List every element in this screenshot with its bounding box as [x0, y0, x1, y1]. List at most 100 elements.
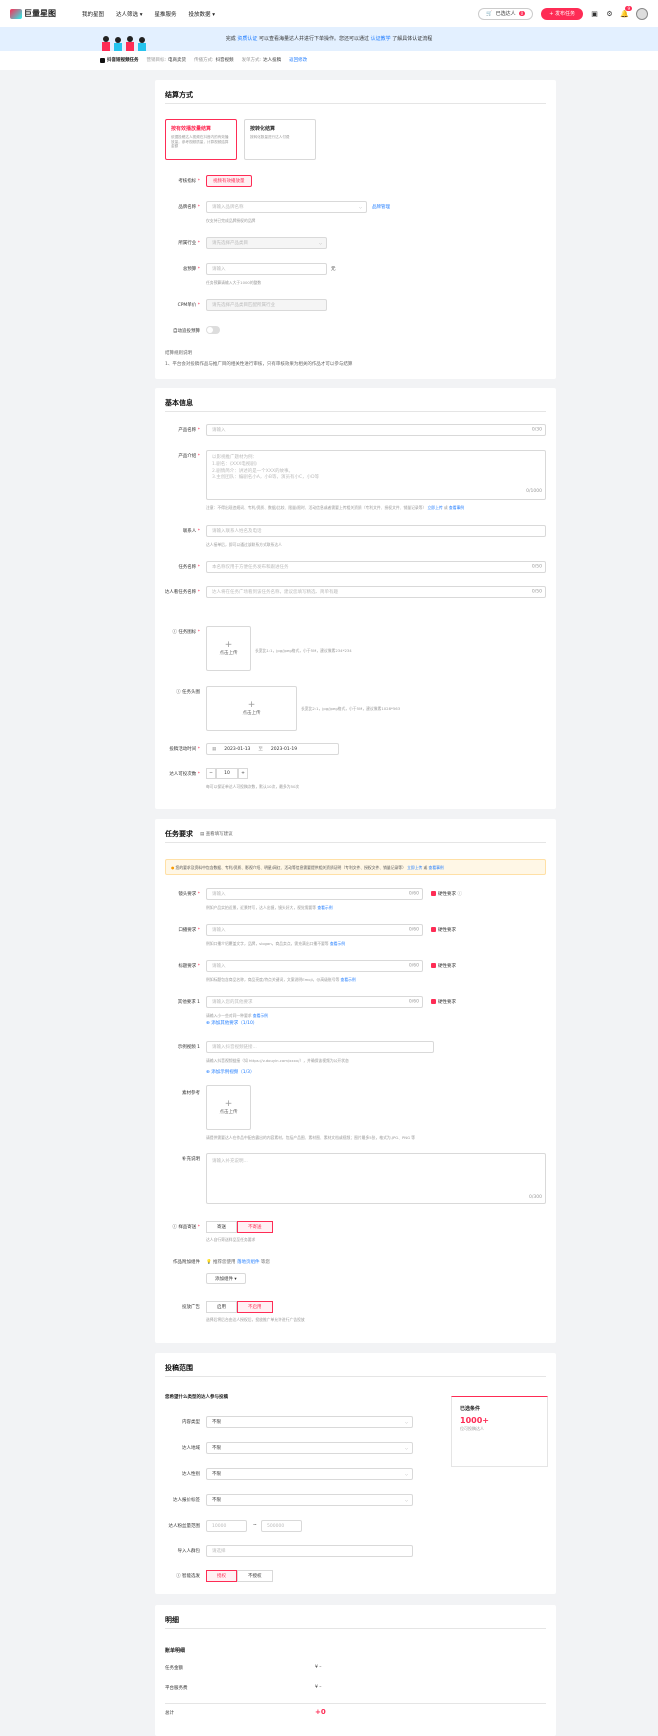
quote-tag-select[interactable]: 不限 ⌵ — [206, 1494, 413, 1506]
times-value[interactable]: 10 — [216, 768, 238, 779]
oral-example-link[interactable]: 查看示例 — [330, 941, 345, 946]
display-task-name-input[interactable]: 达人将在任务广场看到该任务名称，建议您填写精选、简单有趣 0/50 — [206, 586, 546, 598]
tutorial-link[interactable]: 认证教学 — [371, 36, 391, 42]
detail-card: 明细 账单明细 任务金额 ¥ – 平台服务费 ¥ – 总计 +0 — [155, 1605, 556, 1736]
material-upload[interactable]: + 点击上传 — [206, 1085, 251, 1130]
budget-input[interactable]: 请输入 — [206, 263, 327, 275]
marketing-goal: 电商卖货 — [168, 58, 187, 63]
plus-icon: + — [247, 700, 256, 710]
qualification-link[interactable]: 资质认证 — [237, 36, 257, 42]
nav-item-my-xingtu[interactable]: 我的星图 — [82, 10, 104, 18]
sample-send-option[interactable]: 寄送 — [206, 1221, 237, 1233]
smart-deny-option[interactable]: 不授权 — [237, 1570, 273, 1582]
metric-tag[interactable]: 视频有效播放量 — [206, 175, 252, 187]
plus-icon: + — [224, 1099, 233, 1109]
settle-option-play[interactable]: 按有效播放量结算 依据投稿达人视频在抖音内的有效播放量，参考视频质量，计算视频结… — [165, 119, 237, 160]
add-sample-video-button[interactable]: ⊕ 添加示例视频（1/3） — [206, 1069, 254, 1075]
spread-mode: 抖音视频 — [215, 58, 234, 63]
order-mode: 达人投稿 — [263, 58, 282, 63]
lens-hard-checkbox[interactable]: 硬性要求 ⓘ — [431, 891, 462, 897]
submission-scope-card: 投稿范围 您希望什么类型的达人参与投稿 内容类型 不限 ⌵ 达人地域 不限 ⌵ 达人… — [155, 1353, 556, 1594]
chevron-down-icon: ⌵ — [404, 1471, 408, 1477]
chevron-down-icon: ⌵ — [358, 204, 362, 210]
contact-input[interactable]: 请输入联系人姓名及电话 — [206, 525, 546, 537]
warn-example-link[interactable]: 查看事例 — [429, 865, 444, 870]
audience-pack-select[interactable]: 请选择 — [206, 1545, 413, 1557]
view-example-link[interactable]: 查看事例 — [449, 505, 464, 510]
industry-select[interactable]: 请先选择产品类目 ⌵ — [206, 237, 327, 249]
add-other-requirement-button[interactable]: ⊕ 添加其他要求（1/10） — [206, 1020, 257, 1026]
help-icon: ⓘ — [457, 892, 462, 897]
publish-task-button[interactable]: + 发布任务 — [541, 7, 583, 20]
gender-select[interactable]: 不限 ⌵ — [206, 1468, 413, 1480]
title-example-link[interactable]: 查看示例 — [341, 977, 356, 982]
task-cover-upload[interactable]: + 点击上传 — [206, 686, 297, 731]
selected-creators-button[interactable]: 🛒 已选达人 0 — [477, 7, 534, 20]
other-hard-checkbox[interactable]: 硬性要求 — [431, 999, 456, 1005]
settle-option-conversion[interactable]: 按转化结算 按转化数量进行达人付费 — [244, 119, 316, 160]
plus-button[interactable]: + — [238, 768, 248, 779]
title-requirement-input[interactable]: 请输入 0/60 — [206, 960, 423, 972]
task-platform: 抖音短视频任务 — [107, 58, 139, 63]
add-component-button[interactable]: 添加组件 ▾ — [206, 1273, 246, 1284]
smart-authorize-option[interactable]: 授权 — [206, 1570, 237, 1582]
service-fee-value: ¥ – — [315, 1685, 322, 1690]
oral-hard-checkbox[interactable]: 硬性要求 — [431, 927, 456, 933]
sample-nosend-option[interactable]: 不寄送 — [237, 1221, 273, 1233]
basic-info-card: 基本信息 产品名称 * 请输入 0/30 产品介绍 * 以影视推广题材为例： 1.剧… — [155, 388, 556, 809]
back-edit-link[interactable]: 返回修改 — [289, 57, 307, 63]
date-range-picker[interactable]: ▦ 2023-01-13 至 2023-01-19 — [206, 743, 339, 755]
cpm-input[interactable]: 请先选择产品类目匹配所属行业 — [206, 299, 327, 311]
nav-item-ad-data[interactable]: 投放数据 ▾ — [189, 10, 216, 18]
upload-qualification-link[interactable]: 立即上传 — [427, 505, 442, 510]
extra-notes-textarea[interactable]: 请输入补充说明... 0/300 — [206, 1153, 546, 1204]
chevron-down-icon: ⌵ — [318, 240, 322, 246]
bulb-icon: 💡 — [206, 1260, 214, 1265]
nav-item-xingtui-service[interactable]: 星推服务 — [155, 10, 177, 18]
nav-item-creator-filter[interactable]: 达人筛选 ▾ — [116, 10, 143, 18]
fans-min-input[interactable]: 10000 — [206, 1520, 247, 1532]
other-example-link[interactable]: 查看示例 — [253, 1013, 268, 1018]
checkbox-checked-icon — [431, 999, 436, 1004]
bell-icon[interactable]: 🔔 9 — [620, 6, 632, 18]
fill-tips-link[interactable]: ▤ 查看填写建议 — [200, 831, 233, 837]
task-amount-value: ¥ – — [315, 1665, 322, 1670]
checkbox-checked-icon — [431, 963, 436, 968]
title-hard-checkbox[interactable]: 硬性要求 — [431, 963, 456, 969]
certification-banner: 完成 资质认证 可以查看海量达人并进行下单操作。您还可以通过 认证教学 了解具体… — [0, 27, 658, 51]
brand-select[interactable]: 请输入品牌名称 ⌵ — [206, 201, 367, 213]
ad-enable-option[interactable]: 启用 — [206, 1301, 237, 1313]
region-select[interactable]: 不限 ⌵ — [206, 1442, 413, 1454]
task-icon-upload[interactable]: + 点击上传 — [206, 626, 251, 671]
product-name-input[interactable]: 请输入 0/30 — [206, 424, 546, 436]
auto-budget-toggle[interactable] — [206, 326, 220, 334]
top-nav: 巨量星图 我的星图 达人筛选 ▾ 星推服务 投放数据 ▾ 🛒 已选达人 0 + 发布… — [0, 0, 658, 27]
brand-manage-link[interactable]: 品牌管理 — [372, 204, 390, 210]
notification-badge: 9 — [625, 6, 632, 11]
content-type-select[interactable]: 不限 ⌵ — [206, 1416, 413, 1428]
sample-send-segment: 寄送 不寄送 — [206, 1221, 273, 1233]
fans-max-input[interactable]: 500000 — [261, 1520, 302, 1532]
message-icon[interactable]: ▣ — [591, 10, 598, 18]
lens-requirement-input[interactable]: 请输入 0/60 — [206, 888, 423, 900]
landing-component-link[interactable]: 落地页组件 — [237, 1260, 260, 1265]
total-value: +0 — [315, 1708, 326, 1716]
warn-upload-link[interactable]: 立即上传 — [407, 865, 422, 870]
ad-disable-option[interactable]: 不启用 — [237, 1301, 273, 1313]
sample-video-input[interactable]: 请输入抖音视频链接... — [206, 1041, 434, 1053]
logo-icon — [10, 8, 22, 19]
logo[interactable]: 巨量星图 — [10, 8, 70, 19]
section-title: 结算方式 — [165, 91, 193, 99]
selected-conditions-panel: 已选条件 1000+ 位可投稿达人 — [451, 1396, 548, 1467]
eligible-creator-count: 1000+ — [460, 1416, 489, 1425]
oral-requirement-input[interactable]: 请输入 0/60 — [206, 924, 423, 936]
gear-icon[interactable]: ⚙ — [606, 10, 613, 18]
checkbox-checked-icon — [431, 927, 436, 932]
chevron-down-icon: ⌵ — [404, 1419, 408, 1425]
product-intro-textarea[interactable]: 以影视推广题材为例： 1.剧名：《XXX电视剧》 2.剧情简介：讲述的是一个XXX的… — [206, 450, 546, 500]
minus-button[interactable]: − — [206, 768, 216, 779]
avatar[interactable] — [636, 7, 648, 20]
task-name-input[interactable]: 本名称仅用于方便任务发布和跟进任务 0/50 — [206, 561, 546, 573]
lens-example-link[interactable]: 查看示例 — [317, 905, 332, 910]
other-requirement-input[interactable]: 请输入您的其他要求 0/60 — [206, 996, 423, 1008]
